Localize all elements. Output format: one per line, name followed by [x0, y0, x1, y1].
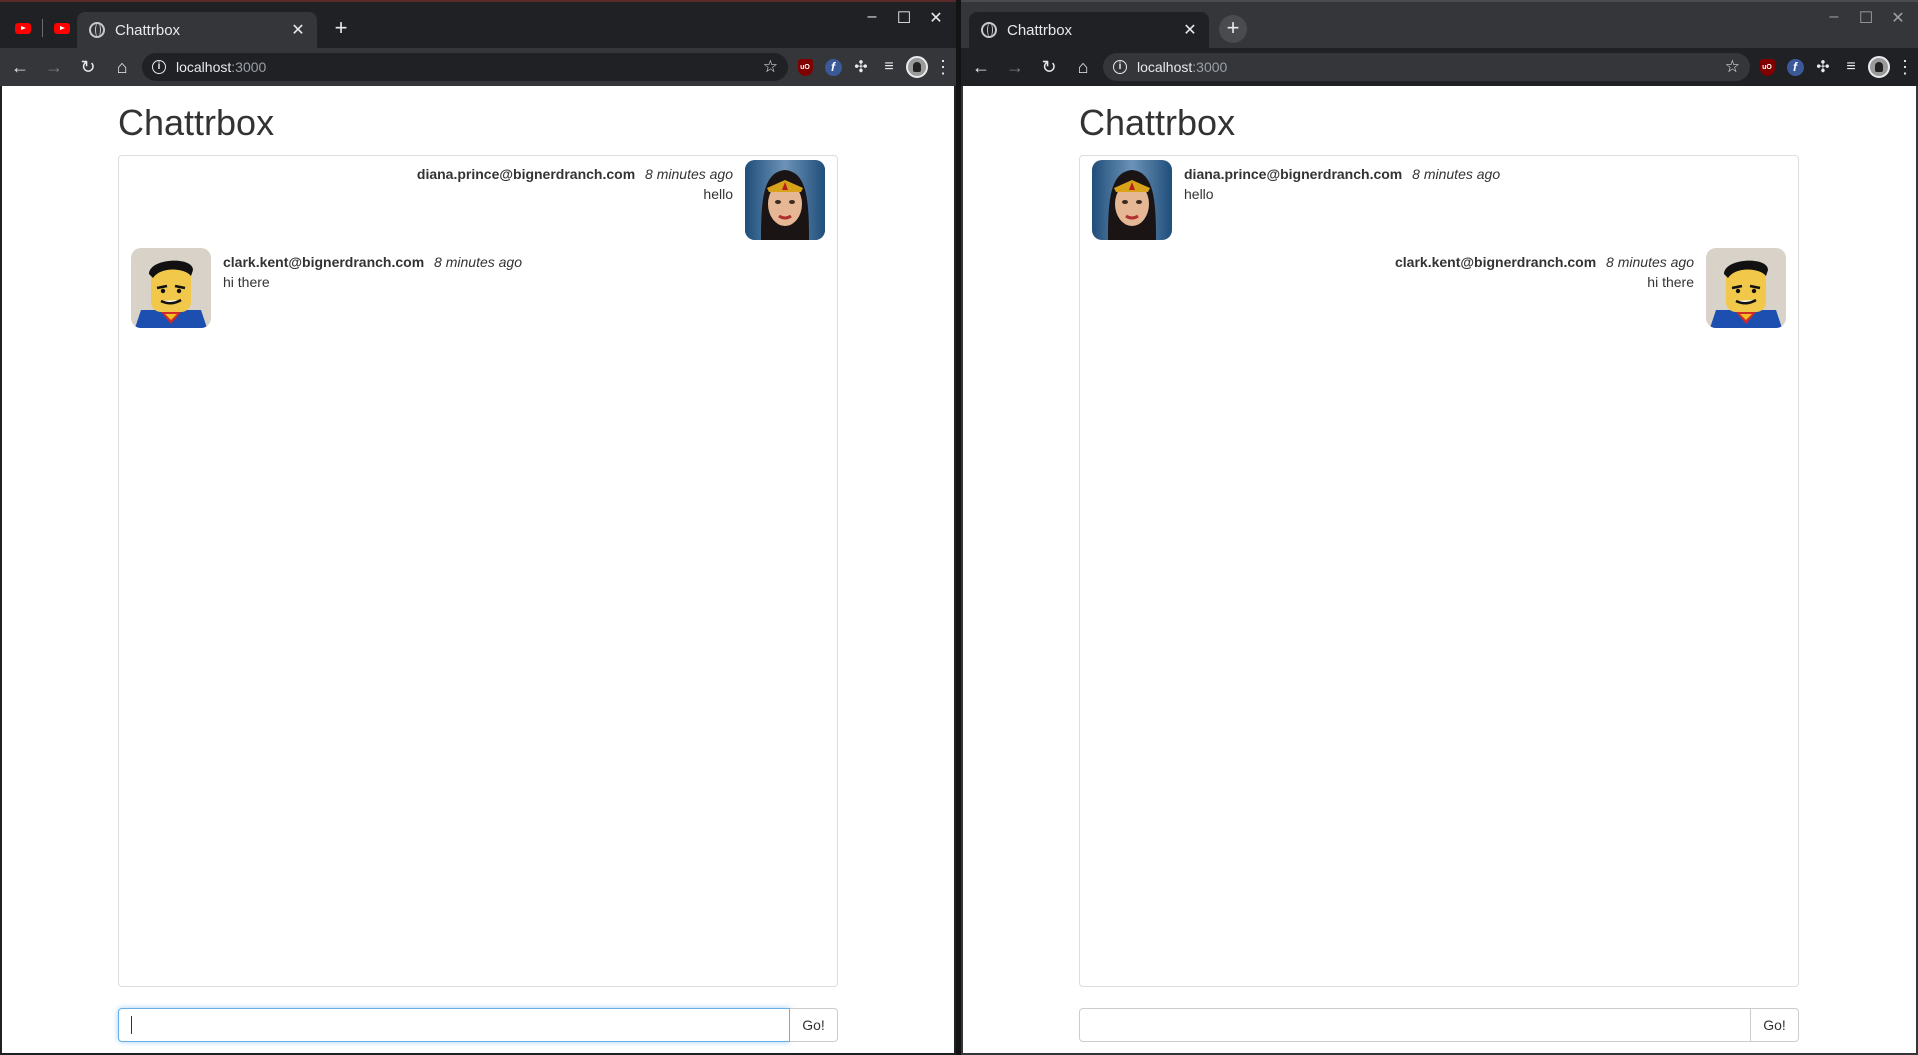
youtube-icon — [54, 22, 70, 34]
site-info-icon[interactable]: i — [1113, 60, 1127, 74]
back-icon[interactable]: ← — [967, 53, 995, 81]
address-bar[interactable]: i localhost:3000 ☆ — [1103, 53, 1750, 81]
extensions-puzzle-icon[interactable]: ✣ — [850, 56, 872, 78]
extensions-puzzle-icon[interactable]: ✣ — [1812, 56, 1834, 78]
desktop: Chattrbox ✕ + – ☐ ✕ ← → ↻ ⌂ i localhost:… — [0, 0, 1918, 1055]
youtube-icon — [15, 22, 31, 34]
menu-kebab-icon[interactable]: ⋮ — [934, 57, 952, 78]
message-composer: Go! — [118, 1008, 838, 1042]
message-input[interactable] — [1079, 1008, 1751, 1042]
message-body: clark.kent@bignerdranch.com 8 minutes ag… — [1395, 248, 1694, 328]
tab-title: Chattrbox — [115, 21, 181, 39]
back-icon[interactable]: ← — [6, 53, 34, 81]
message-timestamp: 8 minutes ago — [434, 254, 522, 270]
forward-icon[interactable]: → — [1001, 53, 1029, 81]
chat-panel: diana.prince@bignerdranch.com 8 minutes … — [1079, 155, 1799, 987]
page-content: Chattrbox diana.prince@bignerdranch.com … — [963, 86, 1916, 1053]
chat-message: diana.prince@bignerdranch.com 8 minutes … — [417, 160, 825, 240]
window-controls: – ☐ ✕ — [1822, 8, 1910, 28]
globe-icon — [981, 22, 997, 38]
superman-avatar — [1706, 248, 1786, 328]
site-info-icon[interactable]: i — [152, 60, 166, 74]
maximize-icon[interactable]: ☐ — [892, 8, 916, 28]
ffz-extension-icon[interactable]: f — [822, 56, 844, 78]
message-username: clark.kent@bignerdranch.com — [1395, 254, 1597, 270]
pinned-tab-youtube-2[interactable] — [47, 10, 77, 46]
ublock-extension-icon[interactable]: uO — [1756, 56, 1778, 78]
menu-kebab-icon[interactable]: ⋮ — [1896, 57, 1914, 78]
bookmark-star-icon[interactable]: ☆ — [763, 57, 778, 77]
new-tab-button[interactable]: + — [1219, 15, 1247, 43]
message-timestamp: 8 minutes ago — [645, 166, 733, 182]
forward-icon[interactable]: → — [40, 53, 68, 81]
tab-chattrbox[interactable]: Chattrbox ✕ — [77, 12, 317, 48]
ublock-extension-icon[interactable]: uO — [794, 56, 816, 78]
text-caret — [131, 1016, 132, 1034]
globe-icon — [89, 22, 105, 38]
wonder-woman-avatar — [1092, 160, 1172, 240]
maximize-icon[interactable]: ☐ — [1854, 8, 1878, 28]
tab-chattrbox[interactable]: Chattrbox ✕ — [969, 12, 1209, 48]
message-username: diana.prince@bignerdranch.com — [416, 166, 636, 182]
address-bar[interactable]: i localhost:3000 ☆ — [142, 53, 788, 81]
browser-toolbar: ← → ↻ ⌂ i localhost:3000 ☆ uO f ✣ ≡ ⋮ — [961, 48, 1918, 86]
minimize-icon[interactable]: – — [860, 8, 884, 28]
chat-message: clark.kent@bignerdranch.com 8 minutes ag… — [131, 248, 522, 328]
message-text: hello — [703, 186, 733, 202]
message-body: diana.prince@bignerdranch.com 8 minutes … — [1184, 160, 1500, 240]
message-text: hello — [1184, 186, 1214, 202]
message-text: hi there — [1647, 274, 1694, 290]
home-icon[interactable]: ⌂ — [1069, 53, 1097, 81]
page-content: Chattrbox diana.prince@bignerdranch.com … — [2, 86, 954, 1053]
chat-message: clark.kent@bignerdranch.com 8 minutes ag… — [1395, 248, 1786, 328]
url-text: localhost:3000 — [176, 59, 267, 75]
url-text: localhost:3000 — [1137, 59, 1228, 75]
message-timestamp: 8 minutes ago — [1412, 166, 1501, 182]
chat-panel: diana.prince@bignerdranch.com 8 minutes … — [118, 155, 838, 987]
send-button[interactable]: Go! — [790, 1008, 838, 1042]
wonder-woman-avatar — [745, 160, 825, 240]
reload-icon[interactable]: ↻ — [74, 53, 102, 81]
new-tab-button[interactable]: + — [327, 15, 355, 43]
message-text: hi there — [223, 274, 270, 290]
pinned-tab-youtube-1[interactable] — [8, 10, 38, 46]
message-input[interactable] — [118, 1008, 790, 1042]
close-window-icon[interactable]: ✕ — [1886, 8, 1910, 28]
profile-avatar[interactable] — [1868, 56, 1890, 78]
message-composer: Go! — [1079, 1008, 1799, 1042]
message-body: clark.kent@bignerdranch.com 8 minutes ag… — [223, 248, 522, 328]
superman-avatar — [131, 248, 211, 328]
message-username: clark.kent@bignerdranch.com — [223, 254, 425, 270]
send-button[interactable]: Go! — [1751, 1008, 1799, 1042]
message-username: diana.prince@bignerdranch.com — [1184, 166, 1403, 182]
media-queue-icon[interactable]: ≡ — [1840, 56, 1862, 78]
browser-toolbar: ← → ↻ ⌂ i localhost:3000 ☆ uO f ✣ ≡ ⋮ — [0, 48, 956, 86]
tab-close-icon[interactable]: ✕ — [1181, 20, 1199, 40]
profile-avatar[interactable] — [906, 56, 928, 78]
minimize-icon[interactable]: – — [1822, 8, 1846, 28]
tab-strip: Chattrbox ✕ + – ☐ ✕ — [0, 2, 956, 48]
tab-separator — [42, 19, 43, 37]
close-window-icon[interactable]: ✕ — [924, 8, 948, 28]
bookmark-star-icon[interactable]: ☆ — [1725, 57, 1740, 77]
media-queue-icon[interactable]: ≡ — [878, 56, 900, 78]
ffz-extension-icon[interactable]: f — [1784, 56, 1806, 78]
chat-message: diana.prince@bignerdranch.com 8 minutes … — [1092, 160, 1500, 240]
app-title: Chattrbox — [1079, 102, 1236, 143]
app-title: Chattrbox — [118, 102, 275, 143]
tab-close-icon[interactable]: ✕ — [289, 20, 307, 40]
tab-title: Chattrbox — [1007, 21, 1073, 39]
window-controls: – ☐ ✕ — [860, 8, 948, 28]
browser-window-left: Chattrbox ✕ + – ☐ ✕ ← → ↻ ⌂ i localhost:… — [0, 0, 956, 1055]
message-body: diana.prince@bignerdranch.com 8 minutes … — [417, 160, 733, 240]
reload-icon[interactable]: ↻ — [1035, 53, 1063, 81]
home-icon[interactable]: ⌂ — [108, 53, 136, 81]
message-timestamp: 8 minutes ago — [1606, 254, 1694, 270]
browser-window-right: Chattrbox ✕ + – ☐ ✕ ← → ↻ ⌂ i localhost:… — [961, 0, 1918, 1055]
tab-strip: Chattrbox ✕ + – ☐ ✕ — [961, 2, 1918, 48]
